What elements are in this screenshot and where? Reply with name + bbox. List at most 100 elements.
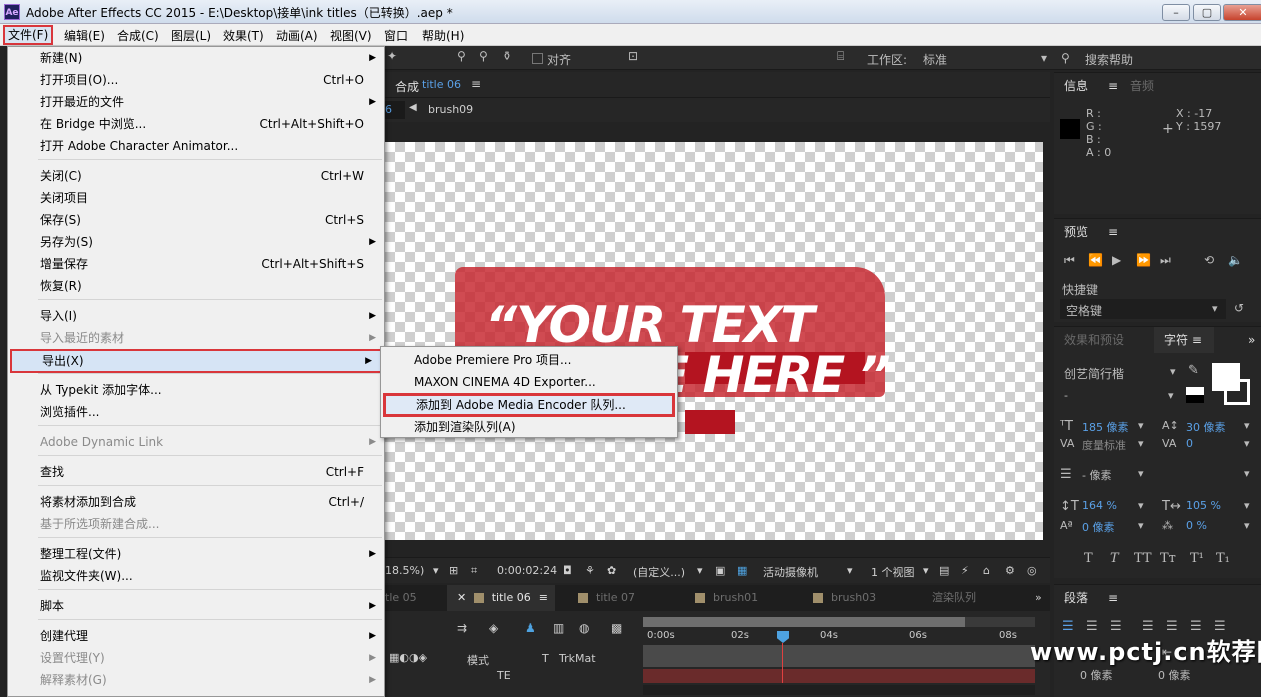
dropdown-icon[interactable]: ▾ (697, 564, 703, 577)
faux-italic-button[interactable]: T (1110, 551, 1119, 566)
search-icon[interactable]: ⚲ (1061, 51, 1070, 65)
menu-layer[interactable]: 图层(L) (171, 27, 211, 44)
file-menu-item[interactable]: 增量保存 Ctrl+Alt+Shift+S (8, 253, 384, 275)
file-menu-item[interactable]: 关闭(C) Ctrl+W (8, 165, 384, 187)
region-of-interest-icon[interactable]: ▣ (715, 564, 725, 577)
search-help-field[interactable]: 搜索帮助 (1085, 51, 1133, 68)
tab-effects-presets[interactable]: 效果和预设 (1054, 327, 1124, 353)
file-menu-item[interactable]: 另存为(S) ▶ (8, 231, 384, 253)
tab-paragraph[interactable]: 段落 (1054, 585, 1088, 611)
file-menu-item[interactable]: 脚本 ▶ (8, 595, 384, 617)
file-menu-item[interactable]: 打开项目(O)... Ctrl+O (8, 69, 384, 91)
panel-menu-icon[interactable]: ≡ (539, 591, 548, 604)
work-area-bar[interactable] (643, 617, 1035, 627)
breadcrumb-current[interactable]: 6 (385, 101, 405, 119)
faux-bold-button[interactable]: T (1084, 551, 1093, 566)
tsume-value[interactable]: 0 % (1186, 519, 1207, 532)
tab-audio[interactable]: 音频 (1120, 73, 1154, 99)
align-checkbox[interactable] (532, 53, 543, 64)
stroke-width-value[interactable]: - 像素 (1082, 467, 1111, 483)
comp-mini-flowchart-icon[interactable]: ⇉ (457, 621, 467, 635)
export-cinema4d-exporter[interactable]: MAXON CINEMA 4D Exporter... (381, 371, 677, 393)
kerning-value[interactable]: 度量标准 (1082, 437, 1126, 453)
menu-edit[interactable]: 编辑(E) (64, 27, 105, 44)
file-menu-item[interactable]: 恢复(R) (8, 275, 384, 297)
exposure-icon[interactable]: ◎ (1027, 564, 1037, 577)
snap-icon[interactable]: ⊡ (628, 49, 638, 63)
flowchart-icon[interactable]: ⚙ (1005, 564, 1015, 577)
indent-right-value[interactable]: 0 像素 (1158, 667, 1191, 683)
layer-duration-bar[interactable] (643, 645, 1035, 667)
file-menu-item[interactable]: 新建(N) ▶ (8, 47, 384, 69)
prev-frame-icon[interactable]: ⏪ (1088, 253, 1103, 267)
menu-window[interactable]: 窗口 (384, 27, 408, 44)
reset-icon[interactable]: ↺ (1234, 301, 1244, 315)
dropdown-icon[interactable]: ▾ (923, 564, 929, 577)
tab-close-icon[interactable]: ✕ (457, 591, 470, 604)
file-menu-item[interactable]: 导入(I) ▶ (8, 305, 384, 327)
puppet-overlap-icon[interactable]: ⚲ (479, 49, 488, 63)
tab-info[interactable]: 信息 (1054, 73, 1088, 99)
baseline-shift-value[interactable]: 0 像素 (1082, 519, 1115, 535)
pixel-aspect-icon[interactable]: ▤ (939, 564, 949, 577)
tab-character[interactable]: 字符 ≡ (1154, 327, 1214, 353)
composition-viewer[interactable]: “YOUR TEXT E HERE ” (385, 122, 1050, 557)
font-style-value[interactable]: - (1064, 389, 1068, 402)
panel-menu-icon[interactable]: ≡ (1098, 219, 1118, 245)
file-menu-item[interactable]: 在 Bridge 中浏览... Ctrl+Alt+Shift+O (8, 113, 384, 135)
menu-file[interactable]: 文件(F) (3, 25, 54, 45)
panel-menu-icon[interactable]: ≡ (471, 77, 481, 91)
motion-blur-icon[interactable]: ◍ (579, 621, 589, 635)
dropdown-icon[interactable]: ▾ (847, 564, 853, 577)
mute-audio-icon[interactable]: 🔈 (1228, 253, 1243, 267)
menu-composition[interactable]: 合成(C) (117, 27, 159, 44)
graph-editor-icon[interactable]: ▩ (611, 621, 622, 635)
close-button[interactable]: ✕ (1223, 4, 1261, 21)
vertical-scale-value[interactable]: 164 % (1082, 499, 1117, 512)
magnification-select[interactable]: 18.5%) (385, 564, 424, 577)
leading-value[interactable]: 30 像素 (1186, 419, 1226, 435)
minimize-button[interactable]: – (1162, 4, 1190, 21)
tab-brush01[interactable]: brush01 (685, 585, 795, 611)
tab-title-07[interactable]: title 07 (568, 585, 678, 611)
horizontal-scale-value[interactable]: 105 % (1186, 499, 1221, 512)
subscript-button[interactable]: T₁ (1216, 551, 1230, 566)
title-safe-icon[interactable]: ⊞ (449, 564, 458, 577)
vr-icon[interactable]: ⌸ (837, 49, 844, 64)
file-menu-item[interactable]: 监视文件夹(W)... (8, 565, 384, 587)
mask-visibility-icon[interactable]: ⌗ (471, 564, 477, 578)
puppet-starch-icon[interactable]: ⚲ (457, 49, 466, 63)
current-time-indicator[interactable] (777, 631, 789, 643)
puppet-pin-icon[interactable]: ✦ (387, 49, 397, 63)
frame-blending-icon[interactable]: ▥ (553, 621, 564, 635)
fast-preview-icon[interactable]: ⚡ (961, 564, 969, 577)
file-menu-item[interactable]: 从 Typekit 添加字体... (8, 379, 384, 401)
eyedropper-icon[interactable]: ✎ (1188, 363, 1199, 378)
file-menu-item[interactable]: 关闭项目 (8, 187, 384, 209)
menu-help[interactable]: 帮助(H) (422, 27, 464, 44)
file-menu-item[interactable]: 整理工程(文件) ▶ (8, 543, 384, 565)
current-time[interactable]: 0:00:02:24 (497, 564, 557, 577)
composition-canvas[interactable]: “YOUR TEXT E HERE ” (385, 142, 1043, 540)
dropdown-icon[interactable]: ▾ (1244, 467, 1250, 480)
more-tabs-icon[interactable]: » (1238, 327, 1255, 353)
channel-icon[interactable]: ✿ (607, 564, 616, 577)
tab-title-06[interactable]: ✕ title 06 ≡ (447, 585, 555, 611)
resolution-select[interactable]: (自定义...) (633, 564, 685, 580)
file-menu-item[interactable]: 打开 Adobe Character Animator... (8, 135, 384, 157)
workspace-select[interactable]: 标准 (923, 51, 947, 68)
workspace-dropdown-icon[interactable]: ▾ (1041, 51, 1047, 65)
work-area-range[interactable] (643, 617, 965, 627)
tab-render-queue[interactable]: 渲染队列 (922, 585, 1022, 611)
superscript-button[interactable]: T¹ (1190, 551, 1204, 566)
export-add-to-render-queue[interactable]: 添加到渲染队列(A) (381, 416, 677, 438)
font-family-select[interactable]: 创艺简行楷 ▾ (1060, 363, 1178, 383)
more-tabs-icon[interactable]: » (1025, 585, 1050, 611)
first-frame-icon[interactable]: ⏮ (1064, 253, 1075, 268)
menu-view[interactable]: 视图(V) (330, 27, 372, 44)
tab-preview[interactable]: 预览 (1054, 219, 1088, 245)
stroke-color-swatch[interactable] (1224, 379, 1250, 405)
small-caps-button[interactable]: Tт (1160, 551, 1176, 566)
breadcrumb-item[interactable]: brush09 (428, 103, 473, 116)
font-size-value[interactable]: 185 像素 (1082, 419, 1129, 435)
